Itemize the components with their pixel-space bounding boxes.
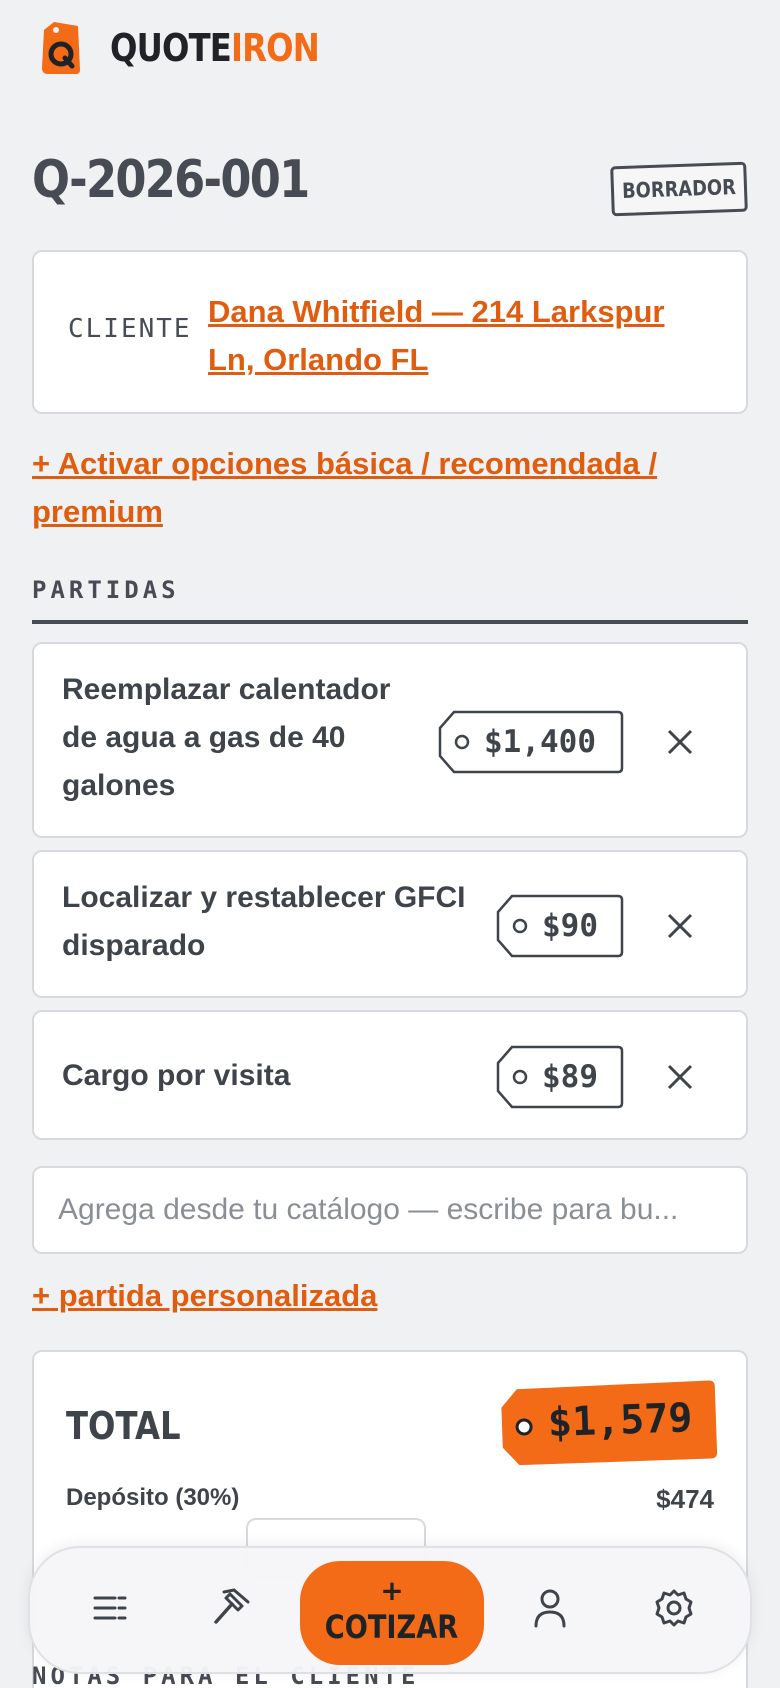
- bottom-nav: + COTIZAR: [28, 1546, 752, 1674]
- nav-catalog-button[interactable]: [202, 1580, 262, 1640]
- list-icon: [93, 1595, 127, 1626]
- line-item: Cargo por visita $89: [32, 1010, 748, 1140]
- brand-name: QUOTEIRON: [110, 26, 320, 70]
- line-item-price[interactable]: $89: [496, 1045, 624, 1109]
- remove-item-icon[interactable]: [666, 912, 694, 940]
- line-item: Reemplazar calentador de agua a gas de 4…: [32, 642, 748, 838]
- catalog-search-input[interactable]: [32, 1166, 748, 1254]
- add-custom-item-link[interactable]: + partida personalizada: [32, 1278, 377, 1314]
- line-item-description: Reemplazar calentador de agua a gas de 4…: [62, 673, 391, 802]
- settings-icon: [654, 1588, 694, 1633]
- client-card: CLIENTE Dana Whitfield — 214 Larkspur Ln…: [32, 250, 748, 414]
- line-item-price[interactable]: $90: [496, 894, 624, 958]
- nav-list-button[interactable]: [80, 1580, 140, 1640]
- items-section-title: PARTIDAS: [32, 576, 180, 604]
- line-item-price[interactable]: $1,400: [438, 710, 624, 774]
- remove-item-icon[interactable]: [666, 728, 694, 756]
- line-item-description: Localizar y restablecer GFCI disparado: [62, 881, 466, 962]
- nav-clients-button[interactable]: [520, 1580, 580, 1640]
- hammer-icon: [212, 1587, 252, 1633]
- app-header: QUOTEIRON: [40, 18, 356, 78]
- line-item-description: Cargo por visita: [62, 1059, 291, 1092]
- remove-item-icon[interactable]: [666, 1063, 694, 1091]
- new-quote-button[interactable]: + COTIZAR: [300, 1561, 484, 1665]
- total-price-tag: $1,579: [499, 1378, 720, 1468]
- client-label: CLIENTE: [68, 314, 192, 344]
- client-link[interactable]: Dana Whitfield — 214 Larkspur Ln, Orland…: [208, 288, 718, 384]
- enable-options-link[interactable]: + Activar opciones básica / recomendada …: [32, 440, 712, 536]
- status-badge: BORRADOR: [610, 161, 748, 217]
- nav-settings-button[interactable]: [644, 1580, 704, 1640]
- total-label: TOTAL: [66, 1404, 181, 1448]
- quoteiron-logo-icon: [40, 20, 82, 76]
- quote-id: Q-2026-001: [32, 150, 310, 210]
- user-icon: [533, 1588, 567, 1633]
- deposit-label: Depósito (30%): [66, 1484, 240, 1511]
- line-item: Localizar y restablecer GFCI disparado $…: [32, 850, 748, 998]
- section-divider: [32, 620, 748, 624]
- deposit-value: $474: [656, 1484, 714, 1514]
